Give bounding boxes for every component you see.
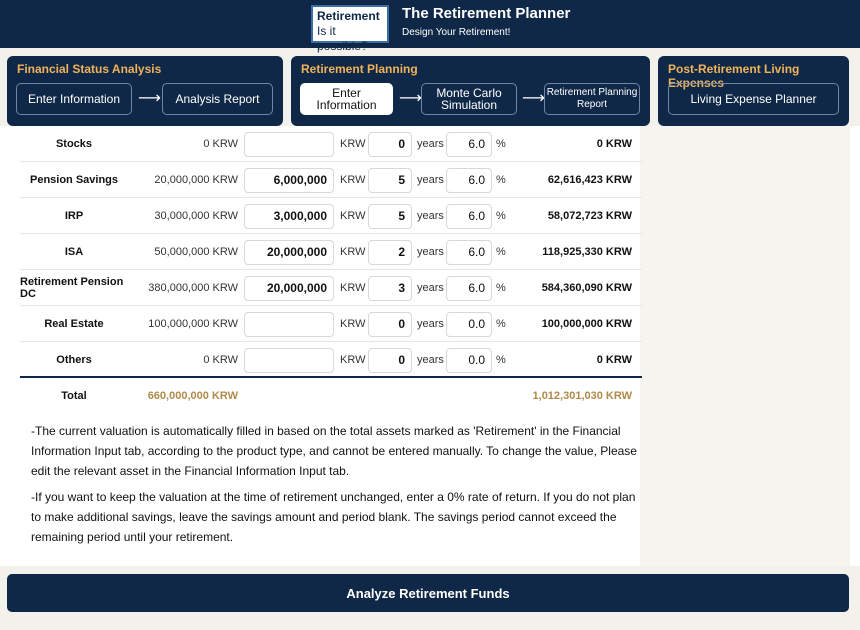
savings-period-input[interactable]: 2	[368, 240, 412, 265]
rate-of-return-input[interactable]: 6.0	[446, 168, 492, 193]
currency-unit: KRW	[340, 318, 366, 330]
currency-unit: KRW	[340, 210, 366, 222]
years-label: years	[417, 354, 444, 366]
arrow-icon: ⟶	[522, 90, 545, 107]
savings-amount-input[interactable]	[244, 348, 334, 373]
savings-amount-input[interactable]	[244, 312, 334, 337]
years-label: years	[417, 282, 444, 294]
future-valuation: 0 KRW	[596, 138, 632, 150]
table-row: Pension Savings 20,000,000 KRW 6,000,000 KR…	[20, 162, 642, 198]
note-valuation: -The current valuation is automatically …	[31, 424, 637, 478]
future-valuation: 0 KRW	[596, 354, 632, 366]
table-row: Retirement Pension DC 380,000,000 KRW 20,0…	[20, 270, 642, 306]
app-subtitle: Design Your Retirement!	[402, 27, 511, 38]
monte-carlo-simulation-button[interactable]: Monte Carlo Simulation	[421, 83, 517, 115]
rate-of-return-input[interactable]: 6.0	[446, 204, 492, 229]
table-row: Stocks 0 KRW KRW 0 years 6.0% 0 KRW	[20, 126, 642, 162]
fs-enter-information-button[interactable]: Enter Information	[16, 83, 132, 115]
logo-line-2: Is it possible?	[317, 24, 368, 53]
current-valuation: 20,000,000 KRW	[154, 174, 238, 186]
currency-unit: KRW	[340, 246, 366, 258]
rate-of-return-input[interactable]: 6.0	[446, 240, 492, 265]
years-label: years	[417, 138, 444, 150]
current-valuation: 30,000,000 KRW	[154, 210, 238, 222]
percent-label: %	[496, 210, 506, 222]
savings-period-input[interactable]: 5	[368, 204, 412, 229]
future-valuation: 100,000,000 KRW	[541, 318, 632, 330]
rate-of-return-input[interactable]: 6.0	[446, 132, 492, 157]
savings-amount-input[interactable]: 20,000,000	[244, 240, 334, 265]
financial-status-title: Financial Status Analysis	[17, 62, 162, 76]
currency-unit: KRW	[340, 174, 366, 186]
total-row: Total 660,000,000 KRW 1,012,301,030 KRW	[20, 378, 642, 414]
years-label: years	[417, 246, 444, 258]
right-margin	[640, 126, 850, 566]
arrow-icon: ⟶	[399, 90, 422, 107]
future-valuation: 58,072,723 KRW	[547, 210, 632, 222]
percent-label: %	[496, 138, 506, 150]
asset-name: Real Estate	[44, 318, 104, 330]
asset-name: Retirement Pension DC	[20, 276, 124, 300]
table-row: ISA 50,000,000 KRW 20,000,000 KRW 2 years 6.0%…	[20, 234, 642, 270]
savings-amount-input[interactable]: 3,000,000	[244, 204, 334, 229]
retirement-planning-title: Retirement Planning	[301, 62, 418, 76]
savings-amount-input[interactable]: 20,000,000	[244, 276, 334, 301]
percent-label: %	[496, 318, 506, 330]
table-row: IRP 30,000,000 KRW 3,000,000 KRW 5 years 6.0% 5…	[20, 198, 642, 234]
financial-status-panel: Financial Status Analysis Enter Informat…	[7, 56, 283, 126]
analyze-retirement-funds-button[interactable]: Analyze Retirement Funds	[7, 574, 849, 612]
currency-unit: KRW	[340, 282, 366, 294]
logo-line-1: Retirement	[317, 9, 380, 23]
savings-period-input[interactable]: 0	[368, 312, 412, 337]
current-valuation: 0 KRW	[203, 354, 238, 366]
app-title: The Retirement Planner	[402, 5, 571, 22]
retirement-planning-report-button[interactable]: Retirement Planning Report	[544, 83, 640, 115]
current-valuation: 50,000,000 KRW	[154, 246, 238, 258]
future-valuation: 118,925,330 KRW	[542, 246, 632, 258]
asset-name: Others	[56, 354, 92, 366]
arrow-icon: ⟶	[138, 90, 161, 107]
app-logo[interactable]: Retirement Is it possible?	[311, 5, 389, 53]
rp-enter-information-button[interactable]: Enter Information	[300, 83, 393, 115]
percent-label: %	[496, 174, 506, 186]
asset-name: Stocks	[55, 138, 93, 150]
app-header: Retirement Is it possible? The Retiremen…	[0, 0, 860, 53]
savings-period-input[interactable]: 5	[368, 168, 412, 193]
percent-label: %	[496, 246, 506, 258]
savings-amount-input[interactable]: 6,000,000	[244, 168, 334, 193]
total-current-value: 660,000,000 KRW	[147, 390, 238, 402]
note-savings: -If you want to keep the valuation at th…	[31, 490, 636, 544]
current-valuation: 100,000,000 KRW	[148, 318, 238, 330]
retirement-planning-panel: Retirement Planning Enter Information ⟶ …	[291, 56, 650, 126]
future-valuation: 62,616,423 KRW	[547, 174, 632, 186]
percent-label: %	[496, 354, 506, 366]
post-retirement-panel: Post-Retirement Living Expenses Living E…	[658, 56, 849, 126]
currency-unit: KRW	[340, 138, 366, 150]
savings-period-input[interactable]: 3	[368, 276, 412, 301]
rate-of-return-input[interactable]: 0.0	[446, 348, 492, 373]
years-label: years	[417, 210, 444, 222]
savings-period-input[interactable]: 0	[368, 132, 412, 157]
fs-analysis-report-button[interactable]: Analysis Report	[162, 83, 273, 115]
years-label: years	[417, 318, 444, 330]
rate-of-return-input[interactable]: 0.0	[446, 312, 492, 337]
currency-unit: KRW	[340, 354, 366, 366]
current-valuation: 0 KRW	[203, 138, 238, 150]
future-valuation: 584,360,090 KRW	[541, 282, 632, 294]
table-row: Real Estate 100,000,000 KRW KRW 0 years 0.0% 1…	[20, 306, 642, 342]
total-label: Total	[61, 390, 87, 402]
table-row: Others 0 KRW KRW 0 years 0.0% 0 KRW	[20, 342, 642, 378]
savings-period-input[interactable]: 0	[368, 348, 412, 373]
asset-name: ISA	[64, 246, 84, 258]
percent-label: %	[496, 282, 506, 294]
savings-amount-input[interactable]	[244, 132, 334, 157]
living-expense-planner-button[interactable]: Living Expense Planner	[668, 83, 839, 115]
current-valuation: 380,000,000 KRW	[148, 282, 238, 294]
asset-name: Pension Savings	[29, 174, 119, 186]
years-label: years	[417, 174, 444, 186]
total-future-value: 1,012,301,030 KRW	[532, 390, 632, 402]
rate-of-return-input[interactable]: 6.0	[446, 276, 492, 301]
asset-name: IRP	[64, 210, 84, 222]
